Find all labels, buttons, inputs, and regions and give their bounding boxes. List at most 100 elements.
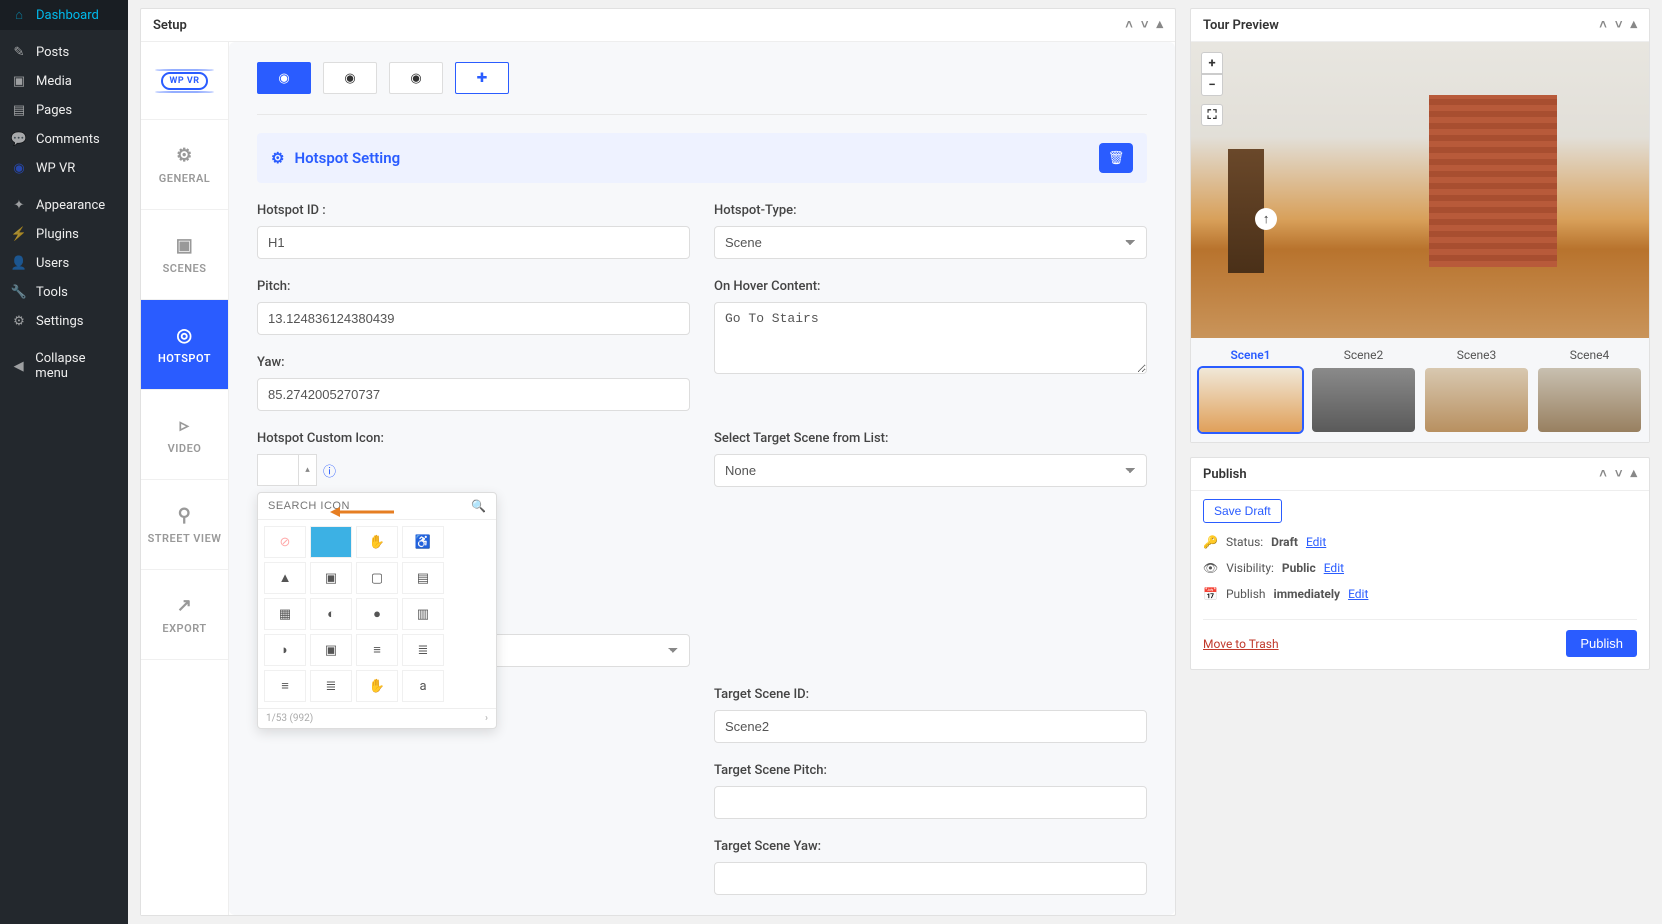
menu-label: Appearance — [36, 198, 105, 213]
icon-picker-trigger[interactable]: ▴ — [257, 454, 317, 486]
edit-status-link[interactable]: Edit — [1306, 535, 1326, 549]
hover-textarea[interactable] — [714, 302, 1147, 374]
target-list-select[interactable]: None — [714, 454, 1147, 487]
zoom-in-button[interactable]: + — [1201, 52, 1223, 74]
icon-search-input[interactable] — [268, 500, 471, 512]
tab-hotspot[interactable]: ◎ HOTSPOT — [141, 300, 228, 390]
icon-option-none[interactable]: ⊘ — [264, 526, 306, 558]
tab-street[interactable]: ⚲ STREET VIEW — [141, 480, 228, 570]
icon-option[interactable]: ◗ — [264, 634, 306, 666]
tab-video[interactable]: ▹ VIDEO — [141, 390, 228, 480]
pitch-input[interactable] — [257, 302, 690, 335]
scene-label: Scene2 — [1344, 348, 1384, 362]
menu-wpvr[interactable]: ◉WP VR — [0, 154, 128, 183]
menu-label: Plugins — [36, 227, 79, 242]
hotspot-nav-3[interactable]: ◉ — [389, 62, 443, 94]
icon-option[interactable]: ▲ — [264, 562, 306, 594]
icon-option[interactable]: ≡ — [264, 670, 306, 702]
panel-toggle-icon[interactable]: ▴ — [1156, 17, 1163, 33]
info-icon[interactable]: ⓘ — [323, 461, 336, 480]
yaw-input[interactable] — [257, 378, 690, 411]
schedule-label: Publish — [1226, 587, 1266, 601]
edit-schedule-link[interactable]: Edit — [1348, 587, 1368, 601]
scene-card-1[interactable]: Scene1 — [1199, 348, 1302, 432]
scene-card-2[interactable]: Scene2 — [1312, 348, 1415, 432]
panel-up-icon[interactable]: ˄ — [1599, 17, 1607, 33]
users-icon: 👤 — [10, 256, 28, 271]
menu-users[interactable]: 👤 Users — [0, 249, 128, 278]
eye-icon: 👁 — [1203, 561, 1218, 575]
menu-label: Media — [36, 74, 72, 89]
menu-collapse[interactable]: ◀Collapse menu — [0, 344, 128, 388]
edit-visibility-link[interactable]: Edit — [1324, 561, 1344, 575]
panel-up-icon[interactable]: ˄ — [1125, 17, 1133, 33]
scene-card-3[interactable]: Scene3 — [1425, 348, 1528, 432]
anchor-icon: ⚲ — [178, 505, 192, 526]
delete-hotspot-button[interactable]: 🗑 — [1099, 143, 1133, 173]
hotspot-id-input[interactable] — [257, 226, 690, 259]
panel-up-icon[interactable]: ˄ — [1599, 466, 1607, 482]
menu-label: Posts — [36, 45, 69, 60]
menu-pages[interactable]: ▤Pages — [0, 96, 128, 125]
menu-label: Users — [36, 256, 69, 271]
menu-label: Dashboard — [36, 8, 99, 23]
target-pitch-input[interactable] — [714, 786, 1147, 819]
menu-comments[interactable]: 💬Comments — [0, 125, 128, 154]
wp-admin-sidebar: ⌂Dashboard ✎Posts ▣Media ▤Pages 💬Comment… — [0, 0, 128, 924]
hotspot-nav-2[interactable]: ◉ — [323, 62, 377, 94]
icon-option-selected[interactable] — [310, 526, 352, 558]
icon-option[interactable]: ≡ — [356, 634, 398, 666]
scene-card-4[interactable]: Scene4 — [1538, 348, 1641, 432]
menu-label: Settings — [36, 314, 83, 329]
icon-option[interactable]: ✋ — [356, 670, 398, 702]
icon-option[interactable]: ▥ — [402, 598, 444, 630]
icon-option[interactable]: ▦ — [264, 598, 306, 630]
menu-appearance[interactable]: ✦Appearance — [0, 191, 128, 220]
icon-option[interactable]: ▣ — [310, 562, 352, 594]
icon-option[interactable]: ▤ — [402, 562, 444, 594]
menu-tools[interactable]: 🔧Tools — [0, 278, 128, 307]
save-draft-button[interactable]: Save Draft — [1203, 499, 1282, 523]
icon-option[interactable]: ✋ — [356, 526, 398, 558]
icon-option[interactable]: ◐ — [310, 598, 352, 630]
publish-button[interactable]: Publish — [1566, 630, 1637, 657]
tab-scenes[interactable]: ▣ SCENES — [141, 210, 228, 300]
icon-option[interactable]: ▣ — [310, 634, 352, 666]
chevron-right-icon[interactable]: › — [485, 713, 488, 724]
icon-option[interactable]: ≣ — [310, 670, 352, 702]
scene-thumb — [1538, 368, 1641, 432]
hotspot-nav-add[interactable]: ✚ — [455, 62, 509, 94]
visibility-label: Visibility: — [1226, 561, 1274, 575]
tab-export[interactable]: ↗ EXPORT — [141, 570, 228, 660]
hotspot-nav-1[interactable]: ◉ — [257, 62, 311, 94]
target-id-input[interactable] — [714, 710, 1147, 743]
panel-down-icon[interactable]: ˅ — [1615, 17, 1623, 33]
gear-icon: ⚙ — [176, 145, 193, 166]
icon-option[interactable]: ≣ — [402, 634, 444, 666]
move-trash-link[interactable]: Move to Trash — [1203, 637, 1279, 651]
fullscreen-button[interactable]: ⛶ — [1201, 104, 1223, 126]
menu-settings[interactable]: ⚙Settings — [0, 307, 128, 336]
icon-option[interactable]: ▢ — [356, 562, 398, 594]
menu-dashboard[interactable]: ⌂Dashboard — [0, 0, 128, 30]
panel-title: Tour Preview — [1203, 18, 1279, 33]
tab-label: VIDEO — [168, 442, 202, 455]
icon-option[interactable]: ♿ — [402, 526, 444, 558]
status-value: Draft — [1271, 535, 1298, 549]
menu-media[interactable]: ▣Media — [0, 67, 128, 96]
panel-toggle-icon[interactable]: ▴ — [1630, 17, 1637, 33]
panel-down-icon[interactable]: ˅ — [1141, 17, 1149, 33]
menu-plugins[interactable]: ⚡Plugins — [0, 220, 128, 249]
hotspot-type-select[interactable]: Scene — [714, 226, 1147, 259]
hotspot-marker[interactable]: ↑ — [1255, 208, 1277, 230]
video-icon: ▹ — [180, 415, 190, 436]
icon-option[interactable]: a — [402, 670, 444, 702]
panel-down-icon[interactable]: ˅ — [1615, 466, 1623, 482]
tour-preview-viewport[interactable]: + − ⛶ ↑ — [1191, 42, 1649, 338]
tab-general[interactable]: ⚙ GENERAL — [141, 120, 228, 210]
icon-option[interactable]: ● — [356, 598, 398, 630]
menu-posts[interactable]: ✎Posts — [0, 38, 128, 67]
target-yaw-input[interactable] — [714, 862, 1147, 895]
panel-toggle-icon[interactable]: ▴ — [1630, 466, 1637, 482]
zoom-out-button[interactable]: − — [1201, 74, 1223, 96]
